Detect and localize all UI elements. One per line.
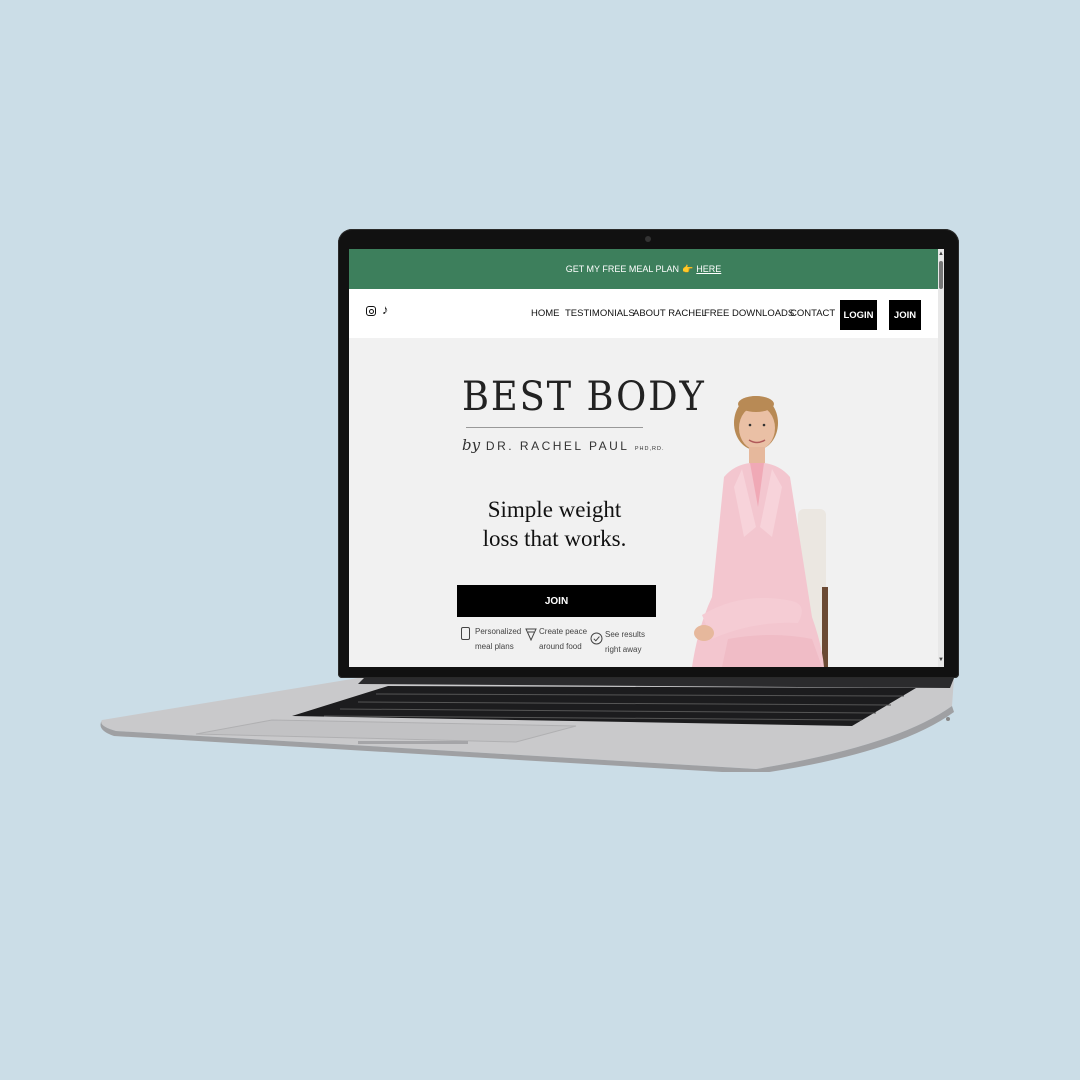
pointing-hand-icon: 👉 [682, 263, 694, 274]
feature-item: Create peace around food [539, 624, 587, 654]
scroll-up-icon[interactable]: ▲ [938, 251, 944, 257]
nav-free-downloads[interactable]: FREE DOWNLOADS [704, 308, 794, 319]
byline-credentials: PHD,RD. [634, 446, 665, 452]
banner-text: GET MY FREE MEAL PLAN [565, 264, 680, 274]
hero-tagline: Simple weight loss that works. [467, 495, 642, 553]
hero-join-button[interactable]: JOIN [457, 585, 656, 617]
byline-by: by [462, 436, 481, 454]
nav-testimonials[interactable]: TESTIMONIALS [565, 308, 635, 319]
laptop-mockup: GET MY FREE MEAL PLAN 👉 HERE ♪ HOME TEST… [0, 0, 1080, 1080]
feature-1-line-2: meal plans [475, 642, 514, 651]
nav-contact[interactable]: CONTACT [790, 308, 835, 319]
nav-join-button[interactable]: JOIN [889, 300, 921, 330]
byline-name: DR. RACHEL PAUL [485, 439, 630, 453]
feature-2-line-1: Create peace [539, 627, 588, 636]
check-circle-icon [590, 632, 603, 645]
promo-banner[interactable]: GET MY FREE MEAL PLAN 👉 HERE [349, 249, 938, 289]
logo-divider [466, 427, 643, 428]
feature-1-line-1: Personalized [475, 627, 522, 636]
hero-portrait-photo [692, 396, 828, 667]
banner-here-link[interactable]: HERE [696, 264, 721, 274]
brand-byline: by DR. RACHEL PAUL PHD,RD. [462, 436, 664, 454]
scrollbar-thumb[interactable] [939, 261, 943, 289]
feature-3-line-2: right away [605, 645, 642, 654]
feature-3-line-1: See results [605, 630, 646, 639]
food-icon [525, 628, 537, 641]
brand-logo: BEST BODY [462, 374, 706, 420]
nav-home[interactable]: HOME [531, 308, 560, 319]
tagline-line-2: loss that works. [482, 526, 627, 551]
laptop-base [100, 678, 955, 772]
login-button[interactable]: LOGIN [840, 300, 877, 330]
tiktok-icon[interactable]: ♪ [382, 302, 389, 317]
camera-dot [645, 236, 651, 242]
feature-item: Personalized meal plans [475, 624, 521, 654]
instagram-icon[interactable] [366, 306, 376, 316]
nav-about-rachel[interactable]: ABOUT RACHEL [633, 308, 707, 319]
feature-2-line-2: around food [539, 642, 582, 651]
feature-item: See results right away [605, 627, 645, 657]
document-icon [461, 627, 470, 640]
scroll-down-icon[interactable]: ▼ [938, 657, 944, 663]
website-screen: GET MY FREE MEAL PLAN 👉 HERE ♪ HOME TEST… [349, 249, 944, 667]
tagline-line-1: Simple weight [487, 497, 622, 522]
scrollbar-track[interactable] [938, 249, 944, 667]
